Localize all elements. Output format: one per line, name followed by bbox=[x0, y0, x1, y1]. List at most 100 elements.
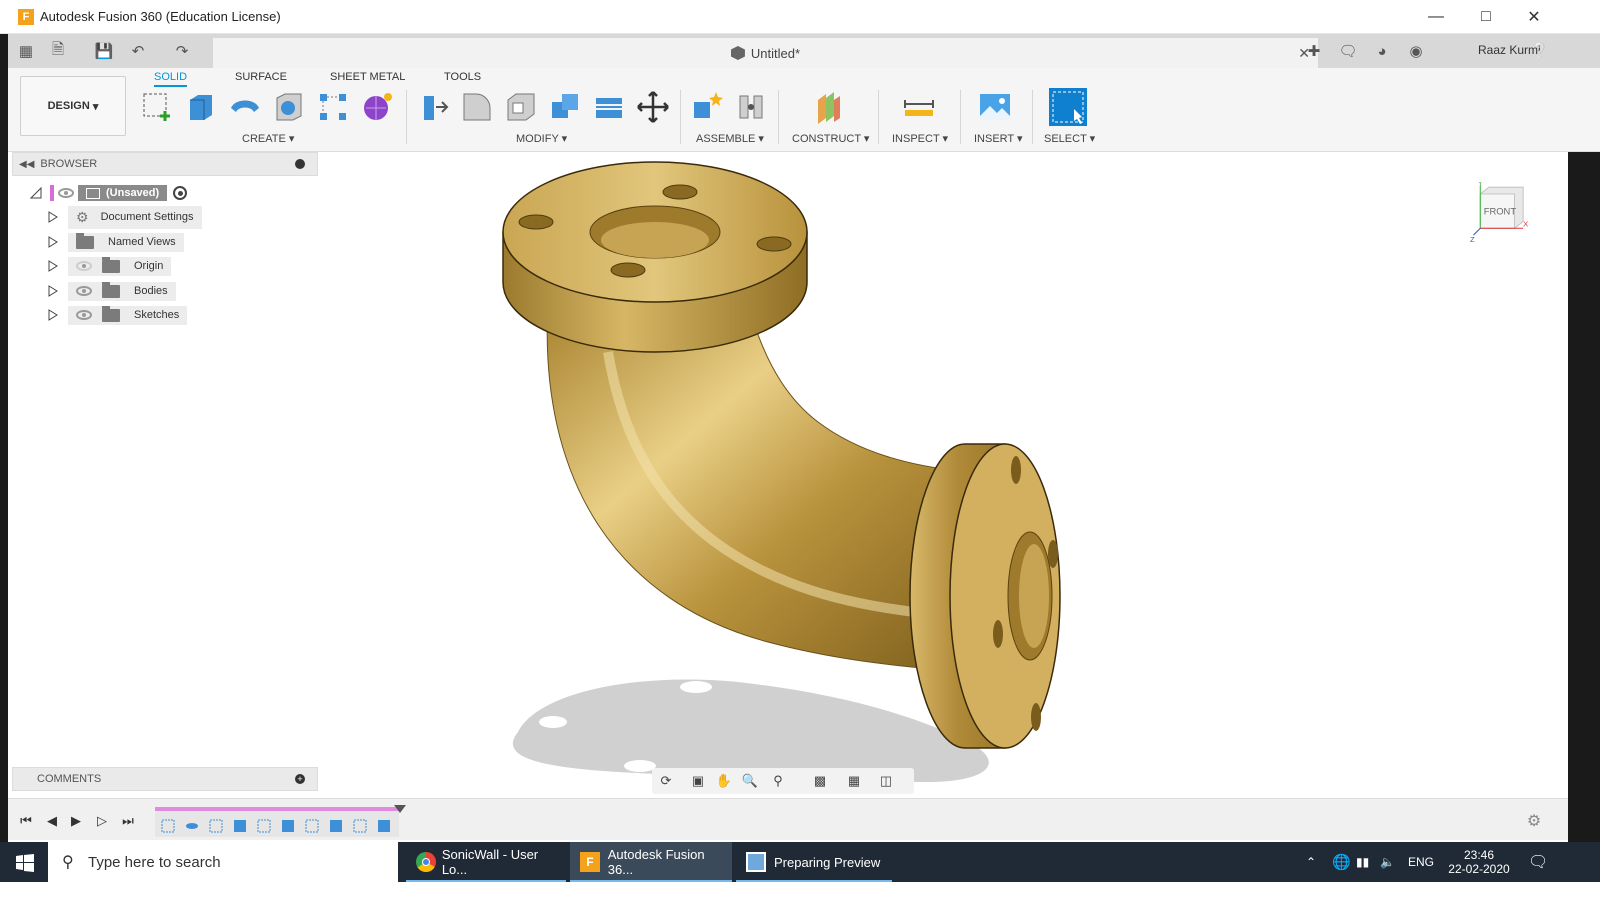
timeline-settings-gear-icon[interactable]: ⚙ bbox=[1526, 813, 1542, 830]
collapse-triangle-icon[interactable] bbox=[30, 187, 42, 199]
viewports-icon[interactable]: ◫ bbox=[878, 773, 894, 789]
step-back-icon[interactable]: ◀ bbox=[44, 813, 60, 829]
timeline-sketch-icon[interactable] bbox=[257, 819, 271, 833]
minimize-button[interactable]: — bbox=[1412, 0, 1460, 34]
timeline-sketch-icon[interactable] bbox=[353, 819, 367, 833]
redo-icon[interactable]: ↷ bbox=[172, 41, 192, 61]
chat-icon[interactable]: 🗨 bbox=[1338, 41, 1358, 61]
document-tab[interactable]: Untitled* ✕ bbox=[213, 38, 1318, 68]
visibility-eye-icon[interactable] bbox=[58, 188, 74, 198]
windows-start-icon[interactable] bbox=[16, 854, 34, 872]
timeline-sketch-icon[interactable] bbox=[161, 819, 175, 833]
taskbar-app-preview[interactable]: Preparing Preview bbox=[736, 842, 892, 882]
network-globe-icon[interactable]: 🌐 bbox=[1332, 842, 1351, 882]
maximize-button[interactable]: □ bbox=[1462, 0, 1510, 34]
volume-icon[interactable]: 🔈 bbox=[1380, 842, 1395, 882]
file-menu-icon[interactable]: 🗎 bbox=[48, 41, 68, 61]
pan-hand-icon[interactable]: ✋ bbox=[716, 773, 732, 789]
browser-item-document-settings[interactable]: ⚙ Document Settings bbox=[48, 205, 202, 229]
create-menu[interactable]: CREATE ▾ bbox=[242, 132, 294, 145]
view-cube[interactable]: FRONT Y X Z bbox=[1470, 182, 1530, 242]
zoom-icon[interactable]: 🔍 bbox=[742, 773, 758, 789]
expand-triangle-icon[interactable] bbox=[48, 260, 58, 272]
construct-menu[interactable]: CONSTRUCT ▾ bbox=[792, 132, 869, 145]
new-tab-plus-icon[interactable]: ✚ bbox=[1304, 41, 1324, 61]
browser-panel-header[interactable]: ◀◀ BROWSER bbox=[12, 152, 318, 176]
step-forward-icon[interactable]: ▷ bbox=[94, 813, 110, 829]
insert-image-icon[interactable] bbox=[978, 90, 1012, 124]
inspect-menu[interactable]: INSPECT ▾ bbox=[892, 132, 948, 145]
browser-item-named-views[interactable]: Named Views bbox=[48, 232, 184, 252]
taskbar-search-box[interactable]: ⚲ Type here to search bbox=[48, 842, 398, 882]
job-status-icon[interactable]: ◕ bbox=[1372, 41, 1392, 61]
activate-radio-icon[interactable] bbox=[173, 186, 188, 200]
timeline-extrude-icon[interactable] bbox=[377, 819, 391, 833]
offset-plane-icon[interactable] bbox=[812, 90, 846, 124]
select-menu[interactable]: SELECT ▾ bbox=[1044, 132, 1095, 145]
timeline-sketch-icon[interactable] bbox=[209, 819, 223, 833]
close-button[interactable]: ✕ bbox=[1510, 0, 1558, 34]
play-icon[interactable]: ▶ bbox=[68, 813, 84, 829]
modify-menu[interactable]: MODIFY ▾ bbox=[516, 132, 567, 145]
language-indicator[interactable]: ENG bbox=[1408, 842, 1434, 882]
new-component-icon[interactable] bbox=[690, 90, 724, 124]
save-icon[interactable]: 💾 bbox=[94, 41, 114, 61]
collapse-browser-icon[interactable]: ◀◀ bbox=[19, 159, 34, 170]
comments-panel-header[interactable]: COMMENTS + bbox=[12, 767, 318, 791]
shell-icon[interactable] bbox=[504, 90, 538, 124]
timeline-sketch-icon[interactable] bbox=[305, 819, 319, 833]
timeline-sweep-icon[interactable] bbox=[185, 819, 199, 833]
hole-icon[interactable] bbox=[272, 90, 306, 124]
root-component-chip[interactable]: (Unsaved) bbox=[78, 185, 168, 201]
press-pull-icon[interactable] bbox=[416, 90, 450, 124]
notification-icon[interactable]: ◉ bbox=[1406, 41, 1426, 61]
workspace-switcher-button[interactable]: DESIGN ▾ bbox=[20, 76, 126, 136]
expand-triangle-icon[interactable] bbox=[48, 211, 58, 223]
taskbar-app-chrome[interactable]: SonicWall - User Lo... bbox=[406, 842, 566, 882]
rectangular-pattern-icon[interactable] bbox=[316, 90, 350, 124]
action-center-icon[interactable]: 🗨 bbox=[1528, 842, 1548, 882]
browser-item-sketches[interactable]: Sketches bbox=[48, 305, 188, 325]
browser-pin-icon[interactable] bbox=[295, 159, 305, 169]
timeline-marker-icon[interactable] bbox=[394, 805, 406, 813]
clock[interactable]: 23:46 22-02-2020 bbox=[1446, 842, 1512, 882]
expand-triangle-icon[interactable] bbox=[48, 309, 58, 321]
tab-sheet-metal[interactable]: SHEET METAL bbox=[330, 71, 405, 83]
fillet-icon[interactable] bbox=[460, 90, 494, 124]
assemble-menu[interactable]: ASSEMBLE ▾ bbox=[696, 132, 764, 145]
tab-solid[interactable]: SOLID bbox=[154, 71, 188, 87]
browser-item-origin[interactable]: Origin bbox=[48, 256, 172, 276]
hidden-eye-icon[interactable] bbox=[76, 261, 92, 271]
extrude-icon[interactable] bbox=[184, 90, 218, 124]
select-icon[interactable] bbox=[1048, 87, 1088, 127]
create-form-icon[interactable] bbox=[360, 90, 394, 124]
tab-tools[interactable]: TOOLS bbox=[444, 71, 481, 83]
go-to-start-icon[interactable]: ⏮ bbox=[18, 813, 34, 829]
browser-item-bodies[interactable]: Bodies bbox=[48, 281, 176, 301]
timeline-extrude-icon[interactable] bbox=[233, 819, 247, 833]
move-copy-icon[interactable] bbox=[636, 90, 670, 124]
battery-icon[interactable]: ▮▮ bbox=[1356, 842, 1369, 882]
expand-triangle-icon[interactable] bbox=[48, 285, 58, 297]
split-body-icon[interactable] bbox=[592, 90, 626, 124]
look-at-icon[interactable]: ▣ bbox=[690, 773, 706, 789]
add-comment-icon[interactable]: + bbox=[295, 774, 305, 784]
joint-icon[interactable] bbox=[734, 90, 768, 124]
timeline-extrude-icon[interactable] bbox=[281, 819, 295, 833]
measure-icon[interactable] bbox=[902, 90, 936, 124]
insert-menu[interactable]: INSERT ▾ bbox=[974, 132, 1023, 145]
display-settings-icon[interactable]: ▩ bbox=[812, 773, 828, 789]
expand-triangle-icon[interactable] bbox=[48, 236, 58, 248]
help-icon[interactable]: ❔ bbox=[1530, 41, 1550, 61]
visibility-eye-icon[interactable] bbox=[76, 286, 92, 296]
revolve-icon[interactable] bbox=[228, 90, 262, 124]
taskbar-app-fusion[interactable]: F Autodesk Fusion 36... bbox=[570, 842, 732, 882]
undo-icon[interactable]: ↶ bbox=[128, 41, 148, 61]
show-hidden-icons-chevron-icon[interactable]: ⌃ bbox=[1306, 842, 1316, 882]
orbit-icon[interactable]: ⟳ bbox=[658, 773, 674, 789]
timeline-extrude-icon[interactable] bbox=[329, 819, 343, 833]
visibility-eye-icon[interactable] bbox=[76, 310, 92, 320]
go-to-end-icon[interactable]: ⏭ bbox=[120, 813, 136, 829]
timeline-track[interactable] bbox=[155, 807, 399, 837]
fit-icon[interactable]: ⚲ bbox=[770, 773, 786, 789]
